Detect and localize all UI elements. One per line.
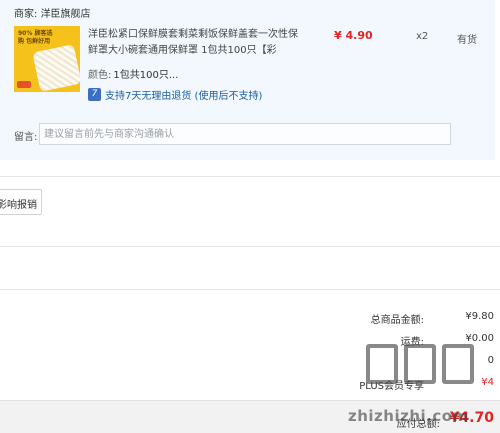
summary-row-goods-total: 总商品金额: ¥9.80 <box>304 311 494 326</box>
product-attribute: 颜色: 1包共100只... <box>88 66 178 81</box>
section-divider <box>0 289 500 290</box>
remark-label: 留言: <box>14 132 38 143</box>
thumbnail-caption: 90% 顾客选购 包鲜好用 <box>18 30 53 45</box>
wrap-roll-image <box>32 44 80 92</box>
remark-input[interactable] <box>39 123 451 145</box>
invoice-button[interactable]: 影响报销 <box>0 189 42 215</box>
attribute-label: 颜色: <box>88 70 112 81</box>
attribute-value: 1包共100只... <box>113 70 179 81</box>
item-price: ¥ 4.90 <box>334 29 373 42</box>
return-policy: 7 支持7天无理由退货 (使用后不支持) <box>88 87 262 102</box>
item-quantity: x2 <box>416 31 429 42</box>
watermark-glyph <box>404 344 436 384</box>
product-thumbnail[interactable]: 90% 顾客选购 包鲜好用 <box>14 26 80 92</box>
order-card: 商家: 洋臣旗舰店 90% 顾客选购 包鲜好用 洋臣松紧口保鲜膜套剩菜剩饭保鲜盖… <box>0 0 495 160</box>
watermark-glyph <box>442 344 474 384</box>
section-divider <box>0 176 500 177</box>
watermark-glyph <box>366 344 398 384</box>
stock-status: 有货 <box>457 35 477 46</box>
thumbnail-badge <box>17 81 31 88</box>
product-title[interactable]: 洋臣松紧口保鲜膜套剩菜剩饭保鲜盖套一次性保鲜罩大小碗套通用保鲜罩 1包共100只… <box>88 27 303 59</box>
summary-label: 总商品金额: <box>370 315 424 326</box>
shop-line: 商家: 洋臣旗舰店 <box>14 5 91 20</box>
shop-name[interactable]: 洋臣旗舰店 <box>41 9 91 20</box>
watermark-logo <box>366 344 474 384</box>
summary-value: ¥9.80 <box>465 311 494 322</box>
section-divider <box>0 246 500 247</box>
return-badge-icon: 7 <box>88 88 101 101</box>
return-policy-text: 支持7天无理由退货 (使用后不支持) <box>105 91 263 102</box>
watermark-text: zhizhizhi.com <box>348 407 469 425</box>
shop-label: 商家: <box>14 9 38 20</box>
